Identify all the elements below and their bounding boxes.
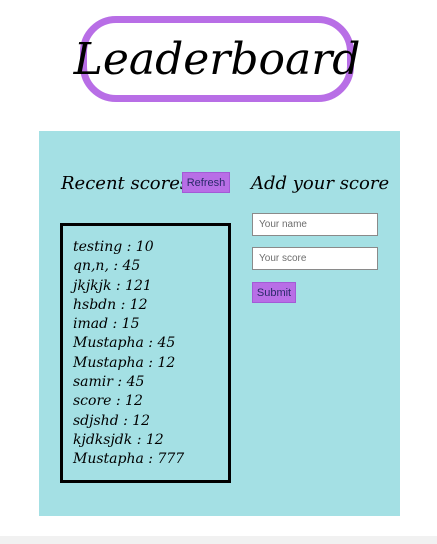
score-entry: Mustapha : 45 — [73, 335, 176, 352]
score-entry: hsbdn : 12 — [73, 296, 148, 313]
score-entry: qn,n, : 45 — [73, 258, 141, 275]
add-score-heading: Add your score — [251, 173, 390, 194]
score-entry: samir : 45 — [73, 374, 145, 391]
name-input[interactable] — [252, 213, 378, 236]
score-entry: kjdksjdk : 12 — [73, 431, 164, 448]
score-entry: sdjshd : 12 — [73, 412, 151, 429]
page-bottom-bar — [0, 536, 437, 544]
scores-box: testing : 10 qn,n, : 45 jkjkjk : 121 hsbdn … — [60, 223, 231, 483]
score-entry: testing : 10 — [73, 239, 154, 255]
leaderboard-panel: Recent scores Refresh testing : 10 qn,n, … — [39, 131, 400, 516]
score-input[interactable] — [252, 247, 378, 270]
title-banner: Leaderboard — [74, 16, 360, 102]
score-entry: imad : 15 — [73, 316, 140, 333]
score-entry: score : 12 — [73, 393, 143, 410]
score-entry: Mustapha : 12 — [73, 354, 176, 371]
submit-button[interactable]: Submit — [252, 282, 296, 303]
recent-scores-heading: Recent scores — [61, 173, 190, 194]
score-entry: Mustapha : 777 — [73, 451, 185, 468]
page-title: Leaderboard — [73, 33, 361, 85]
score-entry: jkjkjk : 121 — [73, 277, 152, 294]
scores-list: testing : 10 qn,n, : 45 jkjkjk : 121 hsbdn … — [73, 238, 218, 470]
refresh-button[interactable]: Refresh — [182, 172, 230, 193]
